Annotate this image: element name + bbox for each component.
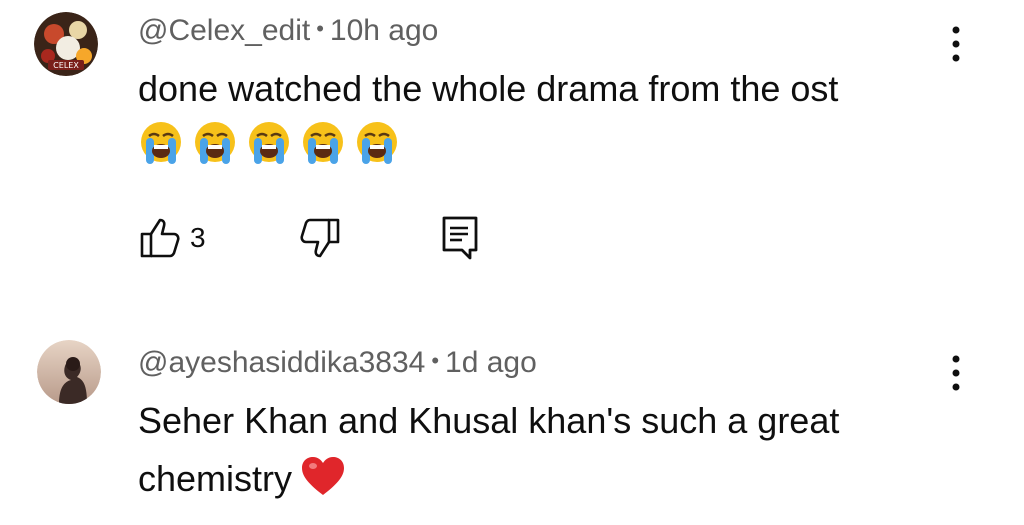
avatar-image bbox=[37, 340, 101, 404]
more-vertical-icon bbox=[952, 26, 960, 62]
avatar-text: CELEX bbox=[53, 61, 79, 70]
loudly-crying-face-icon bbox=[249, 122, 289, 164]
avatar-celex[interactable]: CELEX bbox=[34, 12, 98, 76]
comment-text-content: Seher Khan and Khusal khan's such a grea… bbox=[138, 400, 840, 499]
comment-meta: @Celex_edit • 10h ago bbox=[138, 14, 438, 48]
comment-author[interactable]: @Celex_edit bbox=[138, 14, 310, 47]
loudly-crying-face-icon bbox=[357, 122, 397, 164]
reply-button[interactable] bbox=[440, 216, 480, 260]
meta-separator: • bbox=[431, 348, 440, 373]
like-count: 3 bbox=[190, 222, 206, 253]
comment-time[interactable]: 10h ago bbox=[330, 14, 438, 47]
more-vertical-icon bbox=[952, 355, 960, 391]
thumbs-down-icon bbox=[300, 218, 340, 258]
comment-time[interactable]: 1d ago bbox=[445, 346, 537, 379]
comment-text: done watched the whole drama from the os… bbox=[138, 68, 839, 109]
more-options-button[interactable] bbox=[944, 353, 968, 393]
avatar-image: CELEX bbox=[34, 12, 98, 76]
comment-meta: @ayeshasiddika3834 • 1d ago bbox=[138, 346, 537, 380]
more-options-button[interactable] bbox=[944, 24, 968, 64]
loudly-crying-face-icon bbox=[141, 122, 181, 164]
thumbs-up-icon bbox=[140, 218, 180, 258]
comment-author[interactable]: @ayeshasiddika3834 bbox=[138, 346, 425, 379]
avatar-ayesha[interactable] bbox=[37, 340, 101, 404]
reply-comment-icon bbox=[442, 216, 478, 260]
emoji-row bbox=[138, 120, 400, 166]
loudly-crying-face-icon bbox=[303, 122, 343, 164]
meta-separator: • bbox=[316, 16, 324, 41]
red-heart-icon bbox=[302, 457, 345, 495]
comment-text: Seher Khan and Khusal khan's such a grea… bbox=[138, 392, 918, 508]
dislike-button[interactable] bbox=[298, 216, 342, 260]
like-button[interactable]: 3 bbox=[138, 216, 206, 260]
loudly-crying-face-icon bbox=[195, 122, 235, 164]
